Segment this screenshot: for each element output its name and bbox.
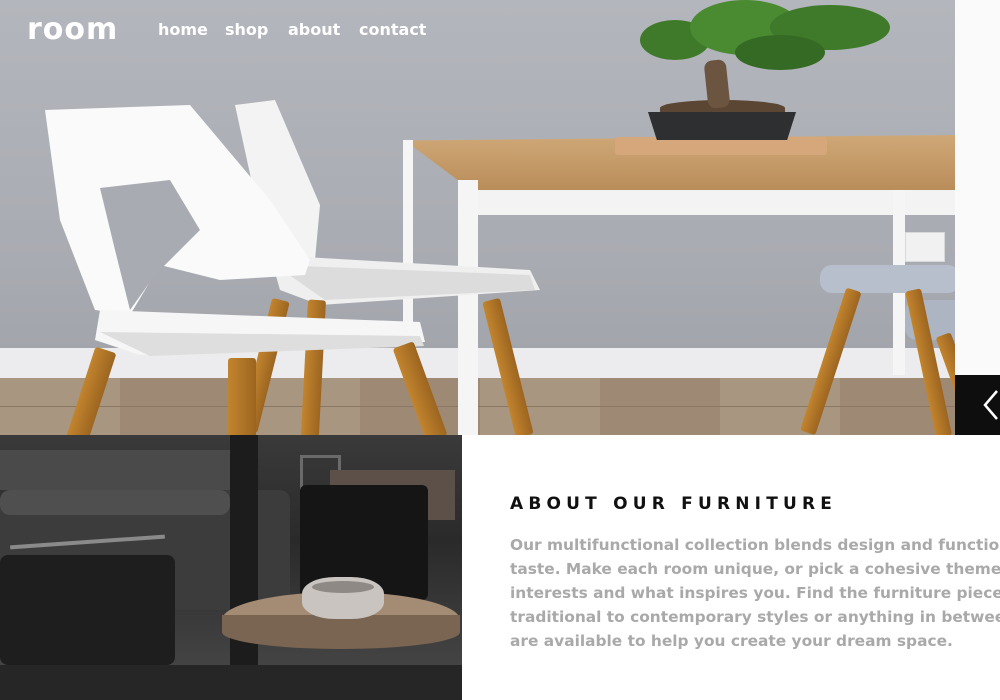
- bed-pillow: [0, 490, 230, 515]
- about-line: are available to help you create your dr…: [510, 632, 953, 650]
- site-logo[interactable]: room: [27, 12, 118, 47]
- floor-rug: [0, 665, 462, 700]
- bonsai-trunk: [703, 58, 731, 110]
- grey-stool-seat: [820, 265, 955, 293]
- white-chair-front: [45, 105, 425, 356]
- slider-prev-button[interactable]: [955, 375, 1000, 435]
- coffee-table-edge: [222, 615, 460, 649]
- nav-shop[interactable]: shop: [225, 20, 268, 39]
- bowl-inner: [312, 581, 374, 593]
- nav-contact[interactable]: contact: [359, 20, 426, 39]
- about-line: Our multifunctional collection blends de…: [510, 536, 1000, 554]
- page-margin: [955, 0, 1000, 375]
- lounge-chair: [0, 555, 175, 665]
- bonsai-pot: [648, 112, 796, 140]
- headboard: [0, 450, 230, 490]
- hero-image: [0, 0, 955, 435]
- wall-outlet: [905, 232, 945, 262]
- about-line: traditional to contemporary styles or an…: [510, 608, 1000, 626]
- wall-column: [230, 435, 258, 700]
- about-heading: ABOUT OUR FURNITURE: [510, 494, 838, 515]
- nav-about[interactable]: about: [288, 20, 340, 39]
- bedroom-image: [0, 435, 462, 700]
- about-line: taste. Make each room unique, or pick a …: [510, 560, 1000, 578]
- bonsai-foliage: [735, 35, 825, 70]
- about-line: interests and what inspires you. Find th…: [510, 584, 1000, 602]
- nav-home[interactable]: home: [158, 20, 208, 39]
- about-paragraph: Our multifunctional collection blends de…: [510, 533, 1000, 653]
- chair-leg: [228, 358, 256, 435]
- about-section: ABOUT OUR FURNITURE Our multifunctional …: [462, 435, 1000, 700]
- chevron-left-icon: [983, 390, 998, 420]
